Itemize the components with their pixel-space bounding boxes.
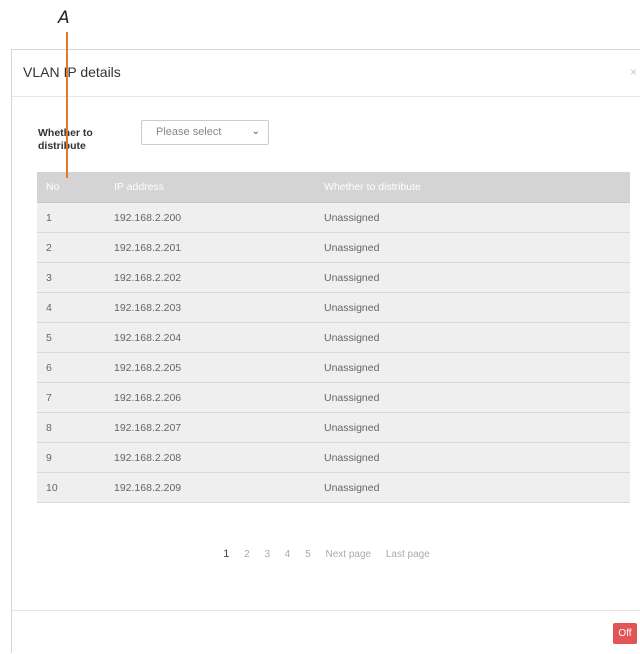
table-row: 3 192.168.2.202 Unassigned: [37, 262, 630, 293]
cell-no: 7: [37, 382, 105, 413]
chevron-down-icon: ⌄: [251, 126, 260, 137]
cell-ip-address: 192.168.2.201: [105, 232, 315, 263]
cell-no: 9: [37, 442, 105, 473]
table-row: 7 192.168.2.206 Unassigned: [37, 382, 630, 413]
column-header-ip: IP address: [105, 172, 315, 203]
cell-no: 8: [37, 412, 105, 443]
select-placeholder: Please select: [156, 126, 222, 138]
cell-distribute-status: Unassigned: [315, 232, 630, 263]
cell-distribute-status: Unassigned: [315, 202, 630, 233]
page-3-link[interactable]: 3: [264, 549, 270, 560]
close-icon[interactable]: ×: [630, 65, 637, 79]
cell-no: 4: [37, 292, 105, 323]
table-row: 8 192.168.2.207 Unassigned: [37, 412, 630, 443]
page-4-link[interactable]: 4: [285, 549, 291, 560]
cell-distribute-status: Unassigned: [315, 412, 630, 443]
cell-ip-address: 192.168.2.202: [105, 262, 315, 293]
cell-ip-address: 192.168.2.205: [105, 352, 315, 383]
cell-distribute-status: Unassigned: [315, 352, 630, 383]
cell-ip-address: 192.168.2.203: [105, 292, 315, 323]
cell-no: 3: [37, 262, 105, 293]
cell-no: 2: [37, 232, 105, 263]
last-page-link[interactable]: Last page: [386, 549, 430, 560]
distribute-select[interactable]: Please select ⌄: [141, 120, 269, 145]
column-header-distribute: Whether to distribute: [315, 172, 630, 203]
vlan-ip-dialog: VLAN IP details × Whether to distribute …: [11, 49, 640, 653]
table-row: 6 192.168.2.205 Unassigned: [37, 352, 630, 383]
cell-distribute-status: Unassigned: [315, 322, 630, 353]
dialog-footer: Off: [12, 610, 640, 654]
ip-table: No IP address Whether to distribute 1 192…: [37, 172, 630, 503]
callout-line: [66, 32, 68, 178]
cell-ip-address: 192.168.2.206: [105, 382, 315, 413]
cell-ip-address: 192.168.2.204: [105, 322, 315, 353]
cell-ip-address: 192.168.2.200: [105, 202, 315, 233]
off-button[interactable]: Off: [613, 623, 637, 644]
cell-ip-address: 192.168.2.208: [105, 442, 315, 473]
cell-distribute-status: Unassigned: [315, 382, 630, 413]
pagination: 1 2 3 4 5 Next page Last page: [12, 548, 640, 560]
filter-label: Whether to distribute: [38, 127, 93, 152]
callout-label: A: [58, 8, 70, 28]
table-row: 1 192.168.2.200 Unassigned: [37, 202, 630, 233]
cell-no: 1: [37, 202, 105, 233]
cell-ip-address: 192.168.2.207: [105, 412, 315, 443]
cell-distribute-status: Unassigned: [315, 262, 630, 293]
dialog-header: VLAN IP details ×: [12, 50, 640, 97]
cell-no: 10: [37, 472, 105, 503]
page-1-link[interactable]: 1: [223, 548, 229, 560]
cell-no: 6: [37, 352, 105, 383]
cell-distribute-status: Unassigned: [315, 442, 630, 473]
table-row: 9 192.168.2.208 Unassigned: [37, 442, 630, 473]
cell-distribute-status: Unassigned: [315, 292, 630, 323]
table-row: 5 192.168.2.204 Unassigned: [37, 322, 630, 353]
table-header-row: No IP address Whether to distribute: [37, 172, 630, 203]
cell-distribute-status: Unassigned: [315, 472, 630, 503]
page-5-link[interactable]: 5: [305, 549, 311, 560]
column-header-no: No: [37, 172, 105, 203]
cell-no: 5: [37, 322, 105, 353]
dialog-title: VLAN IP details: [23, 64, 121, 80]
table-row: 4 192.168.2.203 Unassigned: [37, 292, 630, 323]
table-row: 2 192.168.2.201 Unassigned: [37, 232, 630, 263]
cell-ip-address: 192.168.2.209: [105, 472, 315, 503]
table-row: 10 192.168.2.209 Unassigned: [37, 472, 630, 503]
next-page-link[interactable]: Next page: [325, 549, 371, 560]
page-2-link[interactable]: 2: [244, 549, 250, 560]
